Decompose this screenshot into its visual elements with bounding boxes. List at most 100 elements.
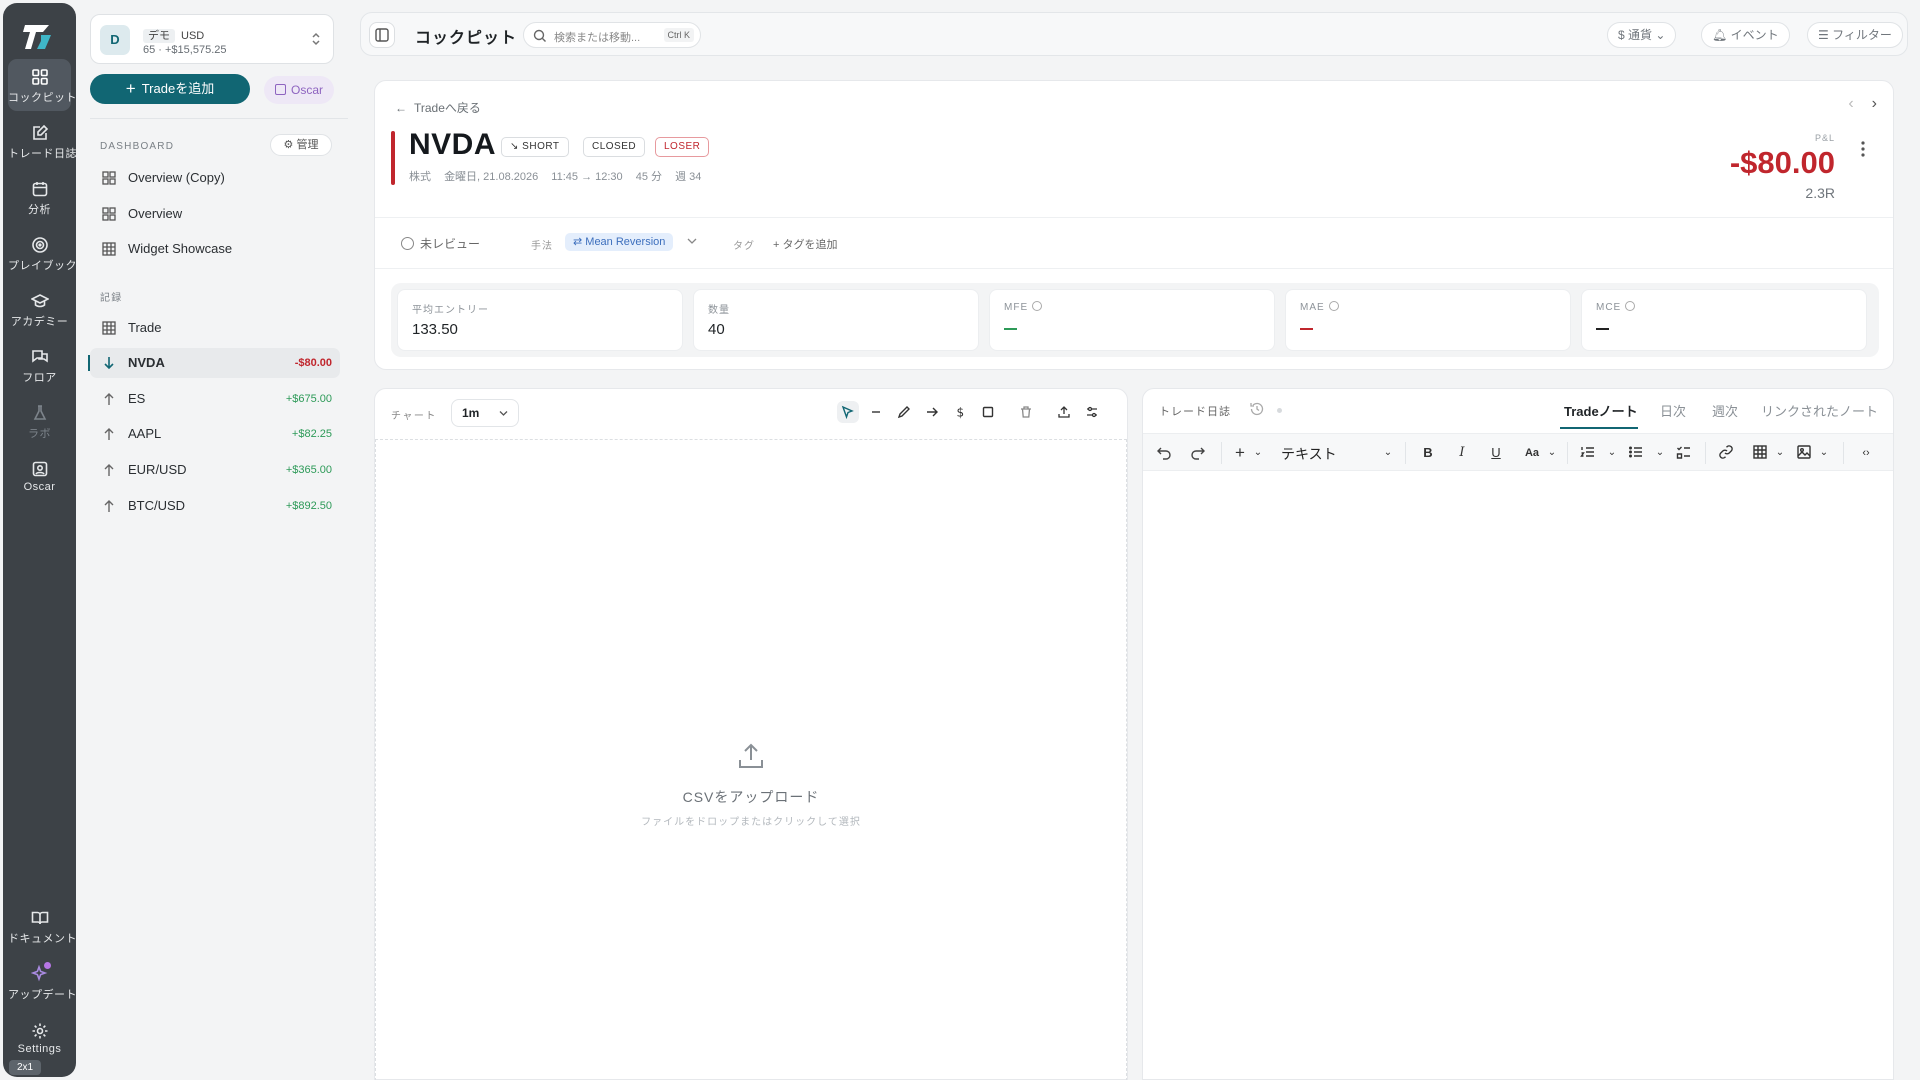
chevron-down-icon[interactable]: ⌄ bbox=[1249, 444, 1267, 462]
nav-item-nvda[interactable]: NVDA -$80.00 bbox=[88, 348, 340, 378]
checklist-button[interactable] bbox=[1675, 444, 1693, 462]
oscar-button[interactable]: Oscar bbox=[264, 76, 334, 104]
nav-item-label: Trade bbox=[128, 320, 162, 335]
square-icon bbox=[982, 406, 994, 418]
add-tag-button[interactable]: + タグを追加 bbox=[773, 236, 837, 252]
manage-button[interactable]: ⚙ 管理 bbox=[270, 134, 332, 156]
nav-item-eur-usd[interactable]: EUR/USD +$365.00 bbox=[90, 455, 340, 485]
sliders-icon bbox=[1087, 406, 1097, 418]
nav-item-aapl[interactable]: AAPL +$82.25 bbox=[90, 419, 340, 449]
currency-button[interactable]: $ 通貨 ⌄ bbox=[1607, 22, 1677, 48]
settings-tool[interactable] bbox=[1081, 401, 1103, 423]
image-button[interactable] bbox=[1795, 444, 1813, 462]
delete-tool[interactable] bbox=[1015, 401, 1037, 423]
line-tool[interactable] bbox=[865, 401, 887, 423]
italic-button[interactable]: I bbox=[1453, 444, 1471, 462]
tab-trade-note[interactable]: Tradeノート bbox=[1564, 401, 1638, 420]
nav-item-overview[interactable]: Overview bbox=[90, 199, 340, 229]
back-to-trades-link[interactable]: ← Tradeへ戻る bbox=[395, 99, 481, 116]
add-trade-button[interactable]: + Tradeを追加 bbox=[90, 74, 250, 104]
insert-block-button[interactable]: + bbox=[1231, 444, 1249, 462]
rectangle-tool[interactable] bbox=[977, 401, 999, 423]
rail-item-playbook[interactable]: プレイブック bbox=[8, 227, 77, 279]
chevron-down-icon[interactable]: ⌄ bbox=[1651, 444, 1669, 462]
sidebar-icon bbox=[375, 28, 389, 42]
cursor-tool[interactable] bbox=[837, 401, 859, 423]
redo-button[interactable] bbox=[1189, 444, 1207, 462]
divider bbox=[1567, 442, 1568, 464]
account-switcher[interactable]: D デモ USD 65 · +$15,575.25 bbox=[90, 14, 334, 64]
events-button[interactable]: 🔔︎ イベント bbox=[1701, 22, 1790, 48]
rail-item-floor[interactable]: フロア bbox=[8, 339, 71, 391]
rail-item-academy[interactable]: アカデミー bbox=[8, 283, 71, 335]
price-tool[interactable]: $ bbox=[949, 401, 971, 423]
chevron-down-icon[interactable]: ⌄ bbox=[1379, 444, 1397, 462]
plus-icon: + bbox=[125, 79, 136, 98]
tab-daily[interactable]: 日次 bbox=[1660, 401, 1686, 420]
nav-item-label: Overview (Copy) bbox=[128, 170, 225, 185]
rail-item-analytics[interactable]: 分析 bbox=[8, 171, 71, 223]
pen-tool[interactable] bbox=[893, 401, 915, 423]
code-button[interactable]: ‹› bbox=[1857, 444, 1875, 462]
rail-item-oscar[interactable]: Oscar bbox=[8, 451, 71, 503]
tab-linked-notes[interactable]: リンクされたノート bbox=[1761, 401, 1878, 420]
export-tool[interactable] bbox=[1053, 401, 1075, 423]
chevron-down-icon[interactable]: ⌄ bbox=[1815, 444, 1833, 462]
chevron-left-icon[interactable]: ‹ bbox=[1848, 95, 1853, 112]
nav-item-btc-usd[interactable]: BTC/USD +$892.50 bbox=[90, 491, 340, 521]
method-chip[interactable]: ⇄ Mean Reversion bbox=[565, 233, 674, 251]
ordered-list-button[interactable] bbox=[1579, 444, 1597, 462]
image-icon bbox=[1797, 445, 1811, 459]
target-icon bbox=[31, 237, 48, 253]
back-label: Tradeへ戻る bbox=[414, 101, 481, 115]
chevron-down-icon[interactable]: ⌄ bbox=[1603, 444, 1621, 462]
nav-item-label: BTC/USD bbox=[128, 498, 186, 513]
info-icon[interactable] bbox=[1328, 301, 1339, 311]
history-icon[interactable] bbox=[1249, 401, 1265, 417]
info-icon[interactable] bbox=[1625, 301, 1636, 311]
more-vertical-icon[interactable] bbox=[1857, 139, 1869, 159]
rail-item-updates[interactable]: アップデート bbox=[8, 956, 77, 1008]
account-avatar: D bbox=[100, 25, 130, 55]
rail-item-cockpit[interactable]: コックピット bbox=[8, 59, 77, 111]
rail-item-lab[interactable]: ラボ bbox=[8, 395, 71, 447]
status-badge: CLOSED bbox=[583, 137, 646, 157]
app-logo-icon[interactable] bbox=[21, 19, 57, 55]
bold-button[interactable]: B bbox=[1419, 444, 1437, 462]
timeframe-value: 1m bbox=[462, 406, 480, 420]
search-input[interactable]: 検索または移動... Ctrl K bbox=[523, 22, 701, 48]
rail-item-docs[interactable]: ドキュメント bbox=[8, 900, 77, 952]
filter-button[interactable]: ☰ フィルター bbox=[1807, 22, 1903, 48]
csv-dropzone[interactable]: CSVをアップロード ファイルをドロップまたはクリックして選択 bbox=[375, 439, 1127, 1080]
divider bbox=[1405, 442, 1406, 464]
review-status-button[interactable]: 未レビュー bbox=[401, 235, 480, 252]
info-icon[interactable] bbox=[1032, 301, 1043, 311]
undo-button[interactable] bbox=[1155, 444, 1173, 462]
bullet-list-button[interactable] bbox=[1627, 444, 1645, 462]
chevron-down-icon[interactable]: ⌄ bbox=[1771, 444, 1789, 462]
font-size-button[interactable]: Aa bbox=[1521, 444, 1543, 462]
rail-item-settings[interactable]: Settings bbox=[8, 1013, 71, 1065]
tab-weekly[interactable]: 週次 bbox=[1712, 401, 1738, 420]
nav-item-widget-showcase[interactable]: Widget Showcase bbox=[90, 234, 340, 264]
chevron-right-icon[interactable]: › bbox=[1872, 95, 1877, 112]
bold-icon: B bbox=[1423, 445, 1433, 460]
table-button[interactable] bbox=[1751, 444, 1769, 462]
nav-item-overview-copy[interactable]: Overview (Copy) bbox=[90, 163, 340, 193]
timeframe-select[interactable]: 1m bbox=[451, 399, 519, 427]
chevron-down-icon[interactable] bbox=[687, 237, 697, 245]
block-type-select[interactable]: テキスト bbox=[1281, 444, 1337, 464]
chevron-down-icon: ⌄ bbox=[1652, 28, 1666, 42]
underline-button[interactable]: U bbox=[1487, 444, 1505, 462]
nav-item-es[interactable]: ES +$675.00 bbox=[90, 384, 340, 414]
arrow-tool[interactable] bbox=[921, 401, 943, 423]
arrow-down-right-icon: ↘ bbox=[510, 141, 523, 152]
sidebar-toggle-button[interactable] bbox=[369, 22, 395, 48]
status-dot bbox=[1277, 408, 1282, 413]
chevron-down-icon[interactable]: ⌄ bbox=[1543, 444, 1561, 462]
arrow-down-icon bbox=[104, 357, 114, 370]
rail-item-journal[interactable]: トレード日誌 bbox=[8, 115, 77, 167]
arrow-up-icon bbox=[104, 393, 114, 405]
nav-item-trade[interactable]: Trade bbox=[90, 313, 340, 343]
link-button[interactable] bbox=[1717, 444, 1735, 462]
